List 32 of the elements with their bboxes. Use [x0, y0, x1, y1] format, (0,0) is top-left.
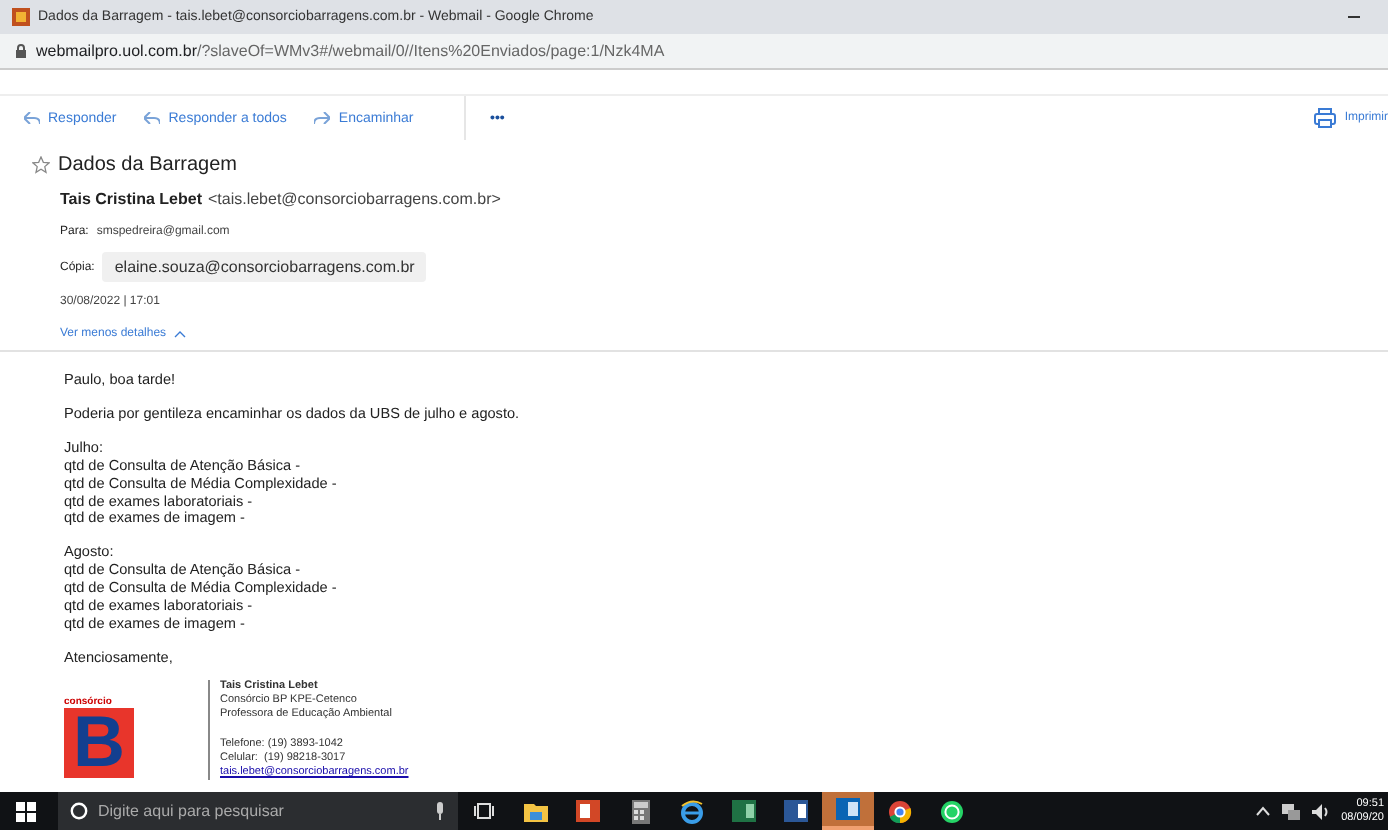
printer-icon: [1314, 108, 1337, 128]
folder-icon: [524, 801, 548, 821]
message-subject: Dados da Barragem: [58, 154, 237, 176]
slides-app-icon: [576, 800, 600, 822]
volume-icon: [1311, 803, 1330, 819]
chrome-icon: [888, 799, 912, 823]
cc-recipient-chip[interactable]: elaine.souza@consorciobarragens.com.br: [102, 252, 427, 282]
windows-icon: [16, 801, 36, 821]
site-icon: [12, 8, 30, 26]
calculator-icon: [631, 799, 649, 823]
lock-icon: [16, 44, 26, 58]
browser-e-icon: [680, 799, 704, 823]
forward-icon: [314, 112, 331, 124]
sender-email: <tais.lebet@consorciobarragens.com.br>: [207, 190, 501, 208]
chevron-up-icon: [1255, 806, 1270, 816]
sender-name: Tais Cristina Lebet: [60, 190, 202, 208]
mail-app-icon: [836, 798, 860, 820]
ring-icon: [70, 802, 88, 820]
logo-letter: B: [73, 710, 125, 775]
star-icon[interactable]: [32, 156, 50, 174]
address-bar[interactable]: webmailpro.uol.com.br/?slaveOf=WMv3#/webmail/0//Itens%20Enviados/page:1/Nzk4MA: [0, 34, 1388, 70]
microphone-icon: [434, 802, 446, 820]
chat-app-icon: [940, 799, 964, 823]
chevron-up-icon: [174, 329, 187, 337]
reply-all-icon: [144, 112, 161, 124]
network-icon: [1281, 803, 1300, 819]
url-text: webmailpro.uol.com.br/?slaveOf=WMv3#/webmail/0//Itens%20Enviados/page:1/Nzk4MA: [36, 42, 665, 60]
taskbar-search-field[interactable]: Digite aqui para pesquisar: [58, 792, 458, 830]
task-view-icon: [474, 802, 494, 820]
document-app-icon: [784, 800, 808, 822]
reply-icon: [24, 112, 40, 124]
spreadsheet-app-icon: [732, 800, 756, 822]
